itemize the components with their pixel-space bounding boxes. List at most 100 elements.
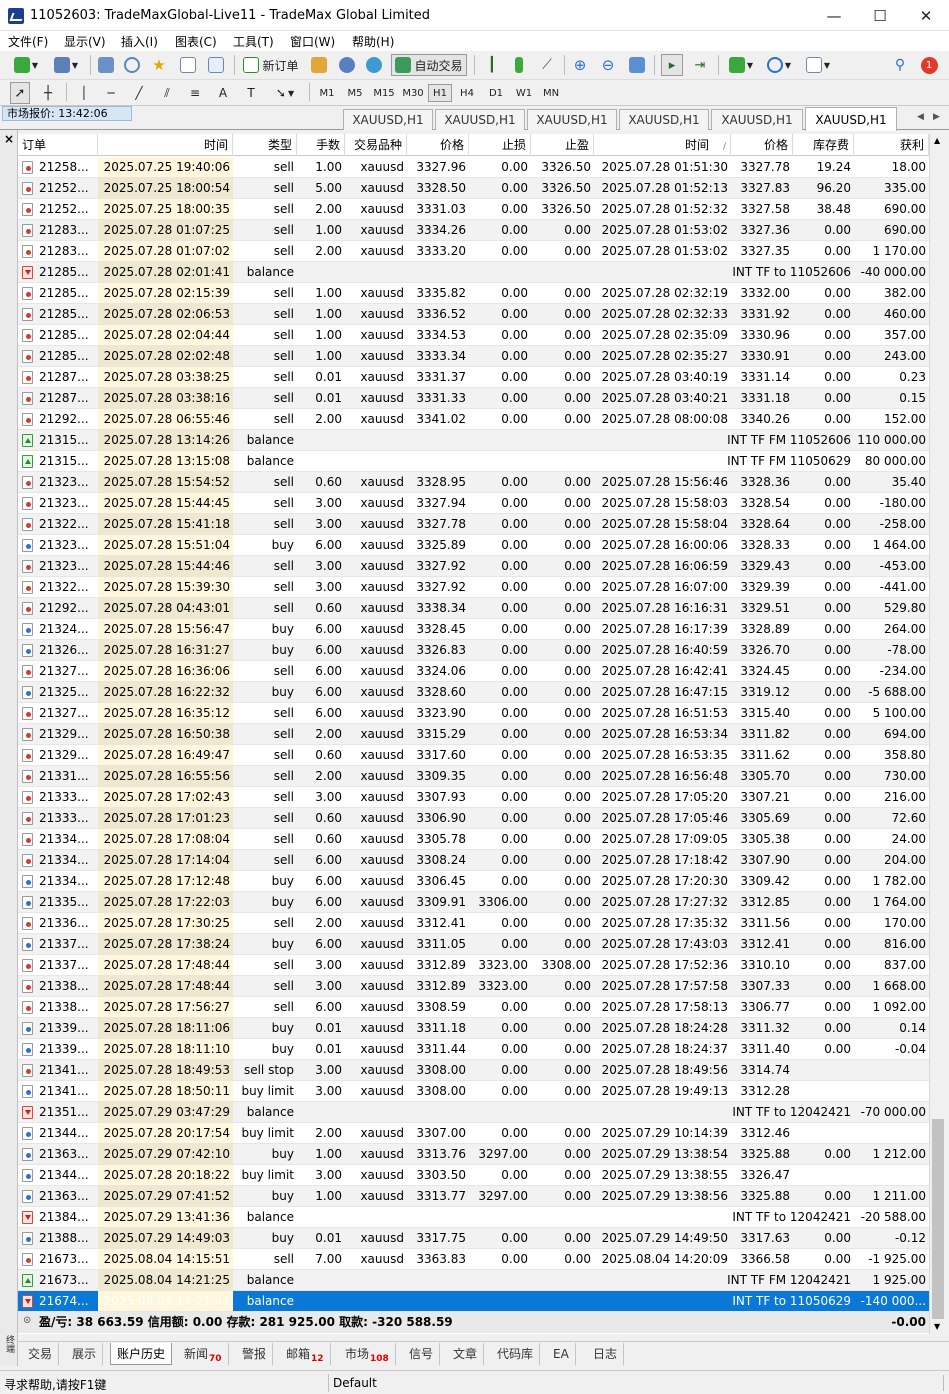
terminal-button[interactable] [177, 54, 199, 76]
table-row[interactable]: 21329... 2025.07.28 16:50:38 sell 2.00 xauus… [18, 724, 929, 745]
menu-insert[interactable]: 插入(I) [121, 33, 158, 50]
col-header-open-time[interactable]: 时间 [98, 134, 233, 156]
new-chart-button[interactable]: ▼ [8, 54, 44, 76]
chart-tab-3[interactable]: XAUUSD,H1 [527, 109, 617, 130]
tab-scroll-right-icon[interactable]: ▶ [933, 112, 940, 122]
vertical-line-button[interactable]: │ [74, 82, 94, 104]
table-row-balance[interactable]: 21285... 2025.07.28 02:01:41 balance INT TF… [18, 262, 929, 283]
table-row[interactable]: 21258... 2025.07.25 19:40:06 sell 1.00 xauus… [18, 157, 929, 178]
trendline-button[interactable]: ╱ [129, 82, 149, 104]
timeframe-d1[interactable]: D1 [484, 84, 508, 102]
table-row[interactable]: 21334... 2025.07.28 17:08:04 sell 0.60 xauus… [18, 829, 929, 850]
table-row[interactable]: 21339... 2025.07.28 18:11:10 buy 0.01 xauusd… [18, 1039, 929, 1060]
candlestick-button[interactable] [508, 54, 530, 76]
table-row[interactable]: 21323... 2025.07.28 15:54:52 sell 0.60 xauus… [18, 472, 929, 493]
table-row[interactable]: 21336... 2025.07.28 17:30:25 sell 2.00 xauus… [18, 913, 929, 934]
auto-trading-button[interactable]: 自动交易 [391, 54, 467, 76]
col-header-order[interactable]: 订单 [18, 134, 98, 156]
timeframe-m15[interactable]: M15 [370, 84, 398, 102]
timeframe-h4[interactable]: H4 [455, 84, 479, 102]
table-row-balance[interactable]: 21384... 2025.07.29 13:41:36 balance INT TF… [18, 1207, 929, 1228]
cursor-button[interactable]: ➚ [10, 82, 30, 104]
col-header-open-price[interactable]: 价格 [407, 134, 469, 156]
fibonacci-button[interactable]: ≡ [185, 82, 205, 104]
table-row[interactable]: 21331... 2025.07.28 16:55:56 sell 2.00 xauus… [18, 766, 929, 787]
tile-windows-button[interactable] [626, 54, 648, 76]
tab-articles[interactable]: 文章 [447, 1343, 485, 1365]
scrollbar-thumb[interactable] [932, 1119, 944, 1319]
table-row[interactable]: 21341... 2025.07.28 18:50:11 buy limit 3.00… [18, 1081, 929, 1102]
table-row[interactable]: 21329... 2025.07.28 16:49:47 sell 0.60 xauus… [18, 745, 929, 766]
chart-tab-4[interactable]: XAUUSD,H1 [619, 109, 709, 130]
close-button[interactable]: ✕ [903, 0, 949, 31]
signals-button[interactable] [336, 54, 358, 76]
col-header-close-price[interactable]: 价格 [731, 134, 793, 156]
chart-tab-6-active[interactable]: XAUUSD,H1 [805, 107, 897, 131]
data-window-button[interactable] [121, 54, 143, 76]
table-row[interactable]: 21344... 2025.07.28 20:18:22 buy limit 3.00… [18, 1165, 929, 1186]
table-scrollbar[interactable]: ▲ ▼ [929, 134, 946, 1334]
tab-code-base[interactable]: 代码库 [491, 1343, 541, 1365]
maximize-button[interactable]: ☐ [857, 0, 903, 31]
timeframe-m1[interactable]: M1 [316, 84, 338, 102]
table-row[interactable]: 21341... 2025.07.28 18:49:53 sell stop 3.00… [18, 1060, 929, 1081]
zoom-out-button[interactable]: ⊖ [597, 54, 619, 76]
auto-scroll-button[interactable]: ▸ [661, 54, 683, 76]
market-watch-header[interactable]: 市场报价: 13:42:06 [2, 106, 132, 121]
menu-view[interactable]: 显示(V) [64, 33, 106, 50]
table-row[interactable]: 21285... 2025.07.28 02:15:39 sell 1.00 xauus… [18, 283, 929, 304]
table-row-balance[interactable]: 21351... 2025.07.29 03:47:29 balance INT TF… [18, 1102, 929, 1123]
table-row[interactable]: 21337... 2025.07.28 17:38:24 buy 6.00 xauusd… [18, 934, 929, 955]
close-terminal-icon[interactable]: × [4, 132, 14, 146]
channel-button[interactable]: ⫽ [157, 82, 177, 104]
table-row[interactable]: 21287... 2025.07.28 03:38:16 sell 0.01 xauus… [18, 388, 929, 409]
table-row[interactable]: 21327... 2025.07.28 16:35:12 sell 6.00 xauus… [18, 703, 929, 724]
table-row[interactable]: 21335... 2025.07.28 17:22:03 buy 6.00 xauusd… [18, 892, 929, 913]
text-label-button[interactable]: T [241, 82, 261, 104]
table-row[interactable]: 21285... 2025.07.28 02:04:44 sell 1.00 xauus… [18, 325, 929, 346]
table-row[interactable]: 21252... 2025.07.25 18:00:54 sell 5.00 xauus… [18, 178, 929, 199]
table-row[interactable]: 21283... 2025.07.28 01:07:25 sell 1.00 xauus… [18, 220, 929, 241]
table-row[interactable]: 21285... 2025.07.28 02:06:53 sell 1.00 xauus… [18, 304, 929, 325]
col-header-symbol[interactable]: 交易品种 [345, 134, 407, 156]
table-row-balance[interactable]: 21673... 2025.08.04 14:21:25 balance INT TF… [18, 1270, 929, 1291]
tab-mailbox[interactable]: 邮箱12 [280, 1343, 331, 1365]
table-row[interactable]: 21323... 2025.07.28 15:51:04 buy 6.00 xauusd… [18, 535, 929, 556]
chart-tab-5[interactable]: XAUUSD,H1 [711, 109, 803, 130]
table-row[interactable]: 21323... 2025.07.28 15:44:45 sell 3.00 xauus… [18, 493, 929, 514]
templates-button[interactable]: ▼ [801, 54, 835, 76]
table-row[interactable]: 21334... 2025.07.28 17:12:48 buy 6.00 xauusd… [18, 871, 929, 892]
timeframe-m5[interactable]: M5 [343, 84, 367, 102]
crosshair-button[interactable]: ┼ [38, 82, 58, 104]
col-header-swap[interactable]: 库存费 [793, 134, 854, 156]
menu-help[interactable]: 帮助(H) [352, 33, 394, 50]
tab-exposure[interactable]: 展示 [66, 1343, 104, 1365]
new-order-button[interactable]: 新订单 [240, 54, 302, 76]
table-row[interactable]: 21327... 2025.07.28 16:36:06 sell 6.00 xauus… [18, 661, 929, 682]
table-row[interactable]: 21322... 2025.07.28 15:41:18 sell 3.00 xauus… [18, 514, 929, 535]
tab-experts[interactable]: EA [547, 1343, 576, 1365]
table-row[interactable]: 21388... 2025.07.29 14:49:03 buy 0.01 xauusd… [18, 1228, 929, 1249]
menu-tools[interactable]: 工具(T) [233, 33, 274, 50]
table-row[interactable]: 21325... 2025.07.28 16:22:32 buy 6.00 xauusd… [18, 682, 929, 703]
timeframe-h1[interactable]: H1 [428, 84, 452, 102]
col-header-close-time[interactable]: 时间 / [594, 134, 731, 156]
table-row[interactable]: 21292... 2025.07.28 06:55:46 sell 2.00 xauus… [18, 409, 929, 430]
periods-button[interactable]: ▼ [762, 54, 796, 76]
table-row[interactable]: 21287... 2025.07.28 03:38:25 sell 0.01 xauus… [18, 367, 929, 388]
table-row[interactable]: 21363... 2025.07.29 07:42:10 buy 1.00 xauusd… [18, 1144, 929, 1165]
scroll-down-icon[interactable]: ▼ [934, 1322, 940, 1331]
horizontal-line-button[interactable]: ─ [101, 82, 121, 104]
search-button[interactable]: ⚲ [890, 54, 910, 76]
table-row-balance[interactable]: 21315... 2025.07.28 13:15:08 balance INT TF… [18, 451, 929, 472]
table-row[interactable]: 21292... 2025.07.28 04:43:01 sell 0.60 xauus… [18, 598, 929, 619]
table-row-balance[interactable]: 21674... 2025.08.04 14:21:44 balance INT TF… [18, 1291, 929, 1312]
col-header-profit[interactable]: 获利 [854, 134, 929, 156]
timeframe-w1[interactable]: W1 [512, 84, 536, 102]
tab-market[interactable]: 市场108 [339, 1343, 396, 1365]
menu-file[interactable]: 文件(F) [8, 33, 48, 50]
table-row[interactable]: 21283... 2025.07.28 01:07:02 sell 2.00 xauus… [18, 241, 929, 262]
table-row[interactable]: 21363... 2025.07.29 07:41:52 buy 1.00 xauusd… [18, 1186, 929, 1207]
tab-news[interactable]: 新闻70 [178, 1343, 229, 1365]
table-row[interactable]: 21344... 2025.07.28 20:17:54 buy limit 2.00… [18, 1123, 929, 1144]
